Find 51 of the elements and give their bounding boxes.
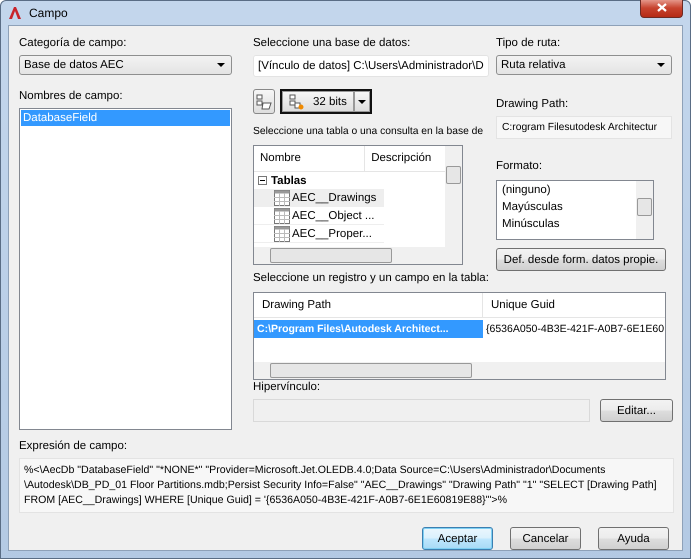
path-type-dropdown[interactable]: Ruta relativa xyxy=(496,55,672,75)
vertical-scrollbar[interactable] xyxy=(636,181,653,239)
field-label: Seleccione una base de datos: xyxy=(253,36,412,51)
field-label: Expresión de campo: xyxy=(19,439,128,454)
database-folder-icon xyxy=(256,94,272,110)
field-label: Hipervínculo: xyxy=(253,380,322,395)
tree-item[interactable]: AEC__Object ... xyxy=(254,207,384,225)
horizontal-scrollbar[interactable] xyxy=(254,247,462,264)
tree-group[interactable]: Tablas xyxy=(271,174,307,186)
expression-text: %<\AecDb "DatabaseField" "*NONE*" "Provider=Microsoft.Jet.OLEDB.4.0;Data Source=C:\Users\Administrador\Documents \Autodesk\DB_PD_01 Floor Partitions.mdb;Persist Security Info=False" "AEC__Drawings" "Drawing Path" "1" "SELECT [Drawing Path] FROM [AEC__Drawings] WHERE [Unique Guid] = '{6536A050-4B3E-421F-A0B7-6E1E60819E88}'">% xyxy=(19,458,674,513)
close-button[interactable] xyxy=(640,0,683,18)
field-label: Formato: xyxy=(496,159,544,174)
table-cell[interactable]: {6536A050-4B3E-421F-A0B7-6E1E60 xyxy=(483,320,665,338)
column-header[interactable]: Drawing Path xyxy=(254,293,483,317)
bits-dropdown-button[interactable] xyxy=(354,91,370,112)
window-title: Campo xyxy=(29,6,68,20)
table-icon xyxy=(274,208,290,224)
field-label: Tipo de ruta: xyxy=(496,36,562,51)
field-label: Drawing Path: xyxy=(496,97,570,112)
tree-item[interactable]: AEC__Proper... xyxy=(254,225,384,243)
list-item[interactable]: Minúsculas xyxy=(500,216,633,233)
list-item[interactable]: Mayúsculas xyxy=(500,199,633,216)
category-dropdown[interactable]: Base de datos AEC xyxy=(19,55,232,75)
field-label: Seleccione una tabla o una consulta en la base de xyxy=(253,125,484,139)
open-database-button[interactable] xyxy=(253,89,275,114)
collapse-icon[interactable] xyxy=(258,176,267,185)
close-icon xyxy=(656,3,666,12)
field-label: Categoría de campo: xyxy=(19,36,128,51)
app-icon xyxy=(8,6,22,20)
field-label: Seleccione un registro y un campo en la tabla: xyxy=(253,271,490,286)
column-header[interactable]: Nombre xyxy=(254,146,366,171)
table-icon xyxy=(274,190,290,206)
dialog-button[interactable]: Aceptar xyxy=(422,527,493,550)
horizontal-scrollbar[interactable] xyxy=(254,362,665,379)
field-label: Nombres de campo: xyxy=(19,89,124,104)
caret-icon xyxy=(657,63,665,67)
dialog-button[interactable]: Cancelar xyxy=(510,527,581,550)
database-dropdown[interactable]: [Vínculo de datos] C:\Users\Administrador\D xyxy=(253,55,489,77)
caret-icon xyxy=(217,63,225,67)
database-icon xyxy=(289,94,305,110)
dialog-button[interactable]: Ayuda xyxy=(598,527,669,550)
table-icon xyxy=(274,226,290,242)
drawing-path-field[interactable]: C:rogram Filesutodesk Architectur xyxy=(496,116,672,139)
vertical-scrollbar[interactable] xyxy=(445,146,462,247)
column-header[interactable]: Unique Guid xyxy=(483,293,665,317)
caret-icon xyxy=(358,100,366,104)
format-button[interactable]: Def. desde form. datos propie. xyxy=(496,248,666,271)
column-header[interactable]: Descripción xyxy=(365,146,445,171)
bits-button[interactable]: 32 bits xyxy=(282,91,354,112)
list-item[interactable]: (ninguno) xyxy=(500,182,633,199)
tree-item[interactable]: AEC__Drawings xyxy=(254,189,384,207)
